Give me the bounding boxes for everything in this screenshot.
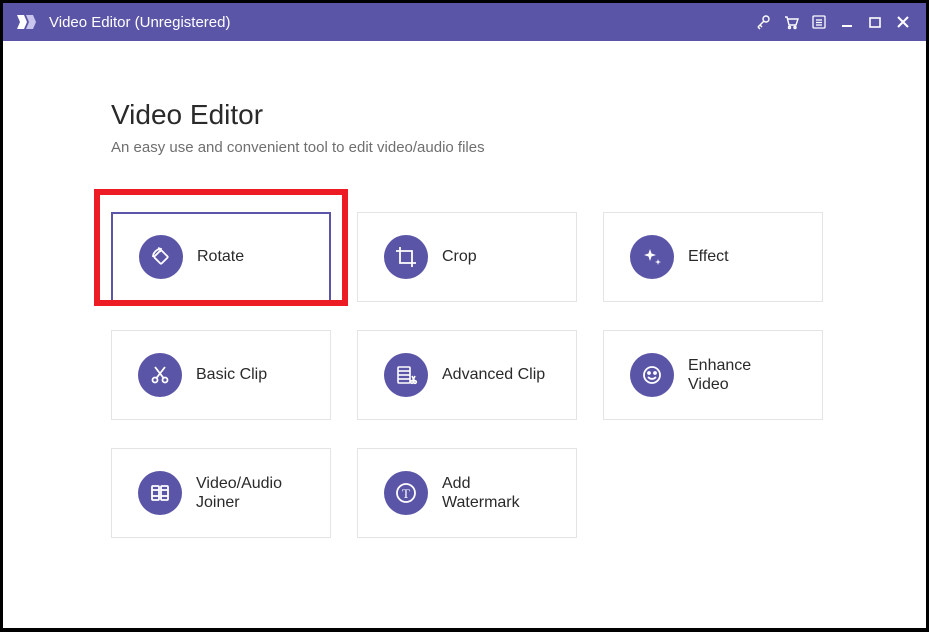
advanced-clip-icon bbox=[384, 353, 428, 397]
basic-clip-tile[interactable]: Basic Clip bbox=[111, 330, 331, 420]
svg-text:T: T bbox=[402, 486, 410, 501]
titlebar: Video Editor (Unregistered) bbox=[3, 3, 926, 41]
joiner-tile[interactable]: Video/AudioJoiner bbox=[111, 448, 331, 538]
watermark-tile[interactable]: T AddWatermark bbox=[357, 448, 577, 538]
scissors-icon bbox=[138, 353, 182, 397]
enhance-video-label: EnhanceVideo bbox=[688, 356, 751, 394]
rotate-icon bbox=[139, 235, 183, 279]
tool-grid: Rotate Crop Effect Basic Clip bbox=[111, 212, 818, 538]
enhance-icon bbox=[630, 353, 674, 397]
crop-icon bbox=[384, 235, 428, 279]
main-content: Video Editor An easy use and convenient … bbox=[3, 41, 926, 628]
key-icon[interactable] bbox=[750, 9, 776, 35]
page-subtitle: An easy use and convenient tool to edit … bbox=[111, 139, 818, 156]
advanced-clip-label: Advanced Clip bbox=[442, 365, 545, 384]
minimize-button[interactable] bbox=[834, 9, 860, 35]
maximize-button[interactable] bbox=[862, 9, 888, 35]
menu-icon[interactable] bbox=[806, 9, 832, 35]
close-button[interactable] bbox=[890, 9, 916, 35]
watermark-label: AddWatermark bbox=[442, 474, 520, 512]
crop-tile[interactable]: Crop bbox=[357, 212, 577, 302]
page-title: Video Editor bbox=[111, 99, 818, 131]
rotate-label: Rotate bbox=[197, 247, 244, 266]
app-logo-icon bbox=[15, 13, 39, 31]
basic-clip-label: Basic Clip bbox=[196, 365, 267, 384]
effect-tile[interactable]: Effect bbox=[603, 212, 823, 302]
watermark-icon: T bbox=[384, 471, 428, 515]
effect-icon bbox=[630, 235, 674, 279]
enhance-video-tile[interactable]: EnhanceVideo bbox=[603, 330, 823, 420]
rotate-tile[interactable]: Rotate bbox=[111, 212, 331, 302]
app-window: Video Editor (Unregistered) Video Editor… bbox=[3, 3, 926, 628]
effect-label: Effect bbox=[688, 247, 729, 266]
advanced-clip-tile[interactable]: Advanced Clip bbox=[357, 330, 577, 420]
cart-icon[interactable] bbox=[778, 9, 804, 35]
crop-label: Crop bbox=[442, 247, 477, 266]
joiner-icon bbox=[138, 471, 182, 515]
joiner-label: Video/AudioJoiner bbox=[196, 474, 282, 512]
window-title: Video Editor (Unregistered) bbox=[49, 14, 748, 31]
